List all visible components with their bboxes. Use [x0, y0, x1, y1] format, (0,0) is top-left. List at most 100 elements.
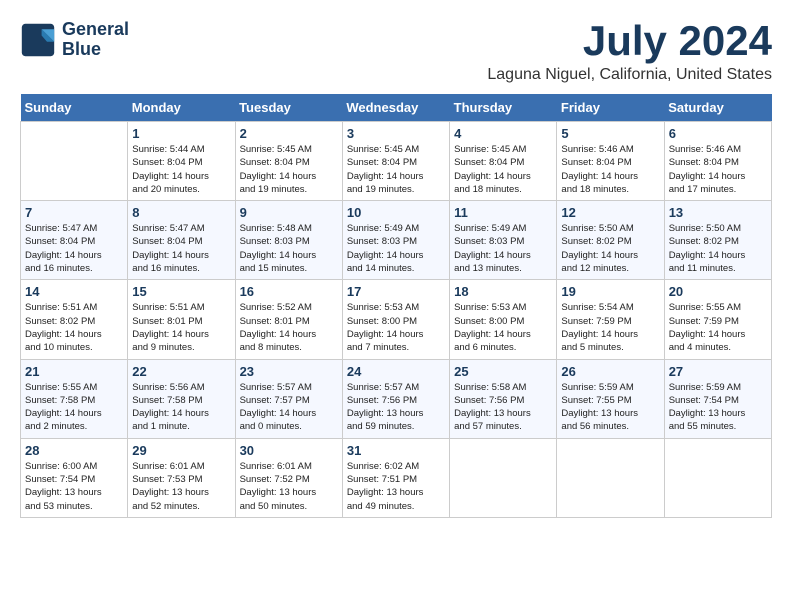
- day-detail: Sunrise: 5:55 AMSunset: 7:58 PMDaylight:…: [25, 381, 123, 434]
- calendar-day-cell: 5 Sunrise: 5:46 AMSunset: 8:04 PMDaylight…: [557, 122, 664, 201]
- day-number: 27: [669, 364, 767, 379]
- day-detail: Sunrise: 5:57 AMSunset: 7:56 PMDaylight:…: [347, 381, 445, 434]
- day-detail: Sunrise: 5:46 AMSunset: 8:04 PMDaylight:…: [669, 143, 767, 196]
- calendar-day-cell: 31Sunrise: 6:02 AMSunset: 7:51 PMDayligh…: [342, 438, 449, 517]
- calendar-day-cell: 10 Sunrise: 5:49 AMSunset: 8:03 PMDayligh…: [342, 201, 449, 280]
- day-number: 24: [347, 364, 445, 379]
- day-number: 11: [454, 205, 552, 220]
- day-detail: Sunrise: 5:44 AMSunset: 8:04 PMDaylight:…: [132, 143, 230, 196]
- weekday-header: Saturday: [664, 94, 771, 122]
- day-number: 5: [561, 126, 659, 141]
- day-number: 30: [240, 443, 338, 458]
- calendar-day-cell: 22 Sunrise: 5:56 AMSunset: 7:58 PMDayligh…: [128, 359, 235, 438]
- calendar-day-cell: 2 Sunrise: 5:45 AMSunset: 8:04 PMDaylight…: [235, 122, 342, 201]
- title-block: July 2024 Laguna Niguel, California, Uni…: [487, 20, 772, 84]
- day-detail: Sunrise: 5:47 AMSunset: 8:04 PMDaylight:…: [25, 222, 123, 275]
- day-number: 17: [347, 284, 445, 299]
- day-detail: Sunrise: 5:51 AMSunset: 8:01 PMDaylight:…: [132, 301, 230, 354]
- calendar-day-cell: 4Sunrise: 5:45 AMSunset: 8:04 PMDaylight…: [450, 122, 557, 201]
- calendar-week-row: 1 Sunrise: 5:44 AMSunset: 8:04 PMDaylight…: [21, 122, 772, 201]
- logo-line2: Blue: [62, 40, 129, 60]
- day-number: 21: [25, 364, 123, 379]
- calendar-table: SundayMondayTuesdayWednesdayThursdayFrid…: [20, 94, 772, 518]
- day-detail: Sunrise: 5:56 AMSunset: 7:58 PMDaylight:…: [132, 381, 230, 434]
- day-detail: Sunrise: 6:00 AMSunset: 7:54 PMDaylight:…: [25, 460, 123, 513]
- calendar-day-cell: 21 Sunrise: 5:55 AMSunset: 7:58 PMDayligh…: [21, 359, 128, 438]
- day-detail: Sunrise: 5:51 AMSunset: 8:02 PMDaylight:…: [25, 301, 123, 354]
- weekday-header: Sunday: [21, 94, 128, 122]
- day-number: 8: [132, 205, 230, 220]
- calendar-day-cell: [664, 438, 771, 517]
- calendar-day-cell: 18Sunrise: 5:53 AMSunset: 8:00 PMDayligh…: [450, 280, 557, 359]
- calendar-day-cell: [557, 438, 664, 517]
- day-detail: Sunrise: 5:53 AMSunset: 8:00 PMDaylight:…: [454, 301, 552, 354]
- calendar-day-cell: 23 Sunrise: 5:57 AMSunset: 7:57 PMDayligh…: [235, 359, 342, 438]
- calendar-week-row: 21 Sunrise: 5:55 AMSunset: 7:58 PMDayligh…: [21, 359, 772, 438]
- calendar-day-cell: 30Sunrise: 6:01 AMSunset: 7:52 PMDayligh…: [235, 438, 342, 517]
- day-detail: Sunrise: 5:46 AMSunset: 8:04 PMDaylight:…: [561, 143, 659, 196]
- day-detail: Sunrise: 5:58 AMSunset: 7:56 PMDaylight:…: [454, 381, 552, 434]
- calendar-day-cell: 25 Sunrise: 5:58 AMSunset: 7:56 PMDayligh…: [450, 359, 557, 438]
- calendar-day-cell: 15 Sunrise: 5:51 AMSunset: 8:01 PMDayligh…: [128, 280, 235, 359]
- day-number: 10: [347, 205, 445, 220]
- calendar-day-cell: 11 Sunrise: 5:49 AMSunset: 8:03 PMDayligh…: [450, 201, 557, 280]
- logo: General Blue: [20, 20, 129, 60]
- day-number: 26: [561, 364, 659, 379]
- day-number: 25: [454, 364, 552, 379]
- day-detail: Sunrise: 5:53 AMSunset: 8:00 PMDaylight:…: [347, 301, 445, 354]
- day-number: 29: [132, 443, 230, 458]
- calendar-week-row: 28 Sunrise: 6:00 AMSunset: 7:54 PMDayligh…: [21, 438, 772, 517]
- day-number: 16: [240, 284, 338, 299]
- calendar-day-cell: 7 Sunrise: 5:47 AMSunset: 8:04 PMDaylight…: [21, 201, 128, 280]
- day-number: 13: [669, 205, 767, 220]
- day-detail: Sunrise: 5:45 AMSunset: 8:04 PMDaylight:…: [347, 143, 445, 196]
- calendar-day-cell: 20 Sunrise: 5:55 AMSunset: 7:59 PMDayligh…: [664, 280, 771, 359]
- day-detail: Sunrise: 6:01 AMSunset: 7:53 PMDaylight:…: [132, 460, 230, 513]
- calendar-day-cell: 29 Sunrise: 6:01 AMSunset: 7:53 PMDayligh…: [128, 438, 235, 517]
- logo-icon: [20, 22, 56, 58]
- day-number: 20: [669, 284, 767, 299]
- day-detail: Sunrise: 5:55 AMSunset: 7:59 PMDaylight:…: [669, 301, 767, 354]
- day-number: 19: [561, 284, 659, 299]
- day-number: 7: [25, 205, 123, 220]
- day-number: 15: [132, 284, 230, 299]
- day-number: 2: [240, 126, 338, 141]
- location: Laguna Niguel, California, United States: [487, 66, 772, 84]
- day-detail: Sunrise: 5:57 AMSunset: 7:57 PMDaylight:…: [240, 381, 338, 434]
- day-number: 12: [561, 205, 659, 220]
- weekday-header: Friday: [557, 94, 664, 122]
- weekday-header: Tuesday: [235, 94, 342, 122]
- day-number: 23: [240, 364, 338, 379]
- month-title: July 2024: [487, 20, 772, 62]
- calendar-day-cell: 9Sunrise: 5:48 AMSunset: 8:03 PMDaylight…: [235, 201, 342, 280]
- day-number: 31: [347, 443, 445, 458]
- calendar-day-cell: 27Sunrise: 5:59 AMSunset: 7:54 PMDayligh…: [664, 359, 771, 438]
- day-number: 14: [25, 284, 123, 299]
- weekday-header: Thursday: [450, 94, 557, 122]
- day-detail: Sunrise: 5:47 AMSunset: 8:04 PMDaylight:…: [132, 222, 230, 275]
- calendar-day-cell: 26 Sunrise: 5:59 AMSunset: 7:55 PMDayligh…: [557, 359, 664, 438]
- calendar-day-cell: [21, 122, 128, 201]
- day-detail: Sunrise: 5:50 AMSunset: 8:02 PMDaylight:…: [561, 222, 659, 275]
- day-detail: Sunrise: 5:49 AMSunset: 8:03 PMDaylight:…: [454, 222, 552, 275]
- day-detail: Sunrise: 5:59 AMSunset: 7:55 PMDaylight:…: [561, 381, 659, 434]
- calendar-day-cell: 13 Sunrise: 5:50 AMSunset: 8:02 PMDayligh…: [664, 201, 771, 280]
- weekday-header: Wednesday: [342, 94, 449, 122]
- calendar-day-cell: 12 Sunrise: 5:50 AMSunset: 8:02 PMDayligh…: [557, 201, 664, 280]
- calendar-day-cell: 6Sunrise: 5:46 AMSunset: 8:04 PMDaylight…: [664, 122, 771, 201]
- day-number: 28: [25, 443, 123, 458]
- calendar-day-cell: [450, 438, 557, 517]
- day-number: 3: [347, 126, 445, 141]
- day-number: 22: [132, 364, 230, 379]
- day-detail: Sunrise: 5:45 AMSunset: 8:04 PMDaylight:…: [240, 143, 338, 196]
- calendar-day-cell: 19 Sunrise: 5:54 AMSunset: 7:59 PMDayligh…: [557, 280, 664, 359]
- calendar-day-cell: 14 Sunrise: 5:51 AMSunset: 8:02 PMDayligh…: [21, 280, 128, 359]
- weekday-header-row: SundayMondayTuesdayWednesdayThursdayFrid…: [21, 94, 772, 122]
- day-detail: Sunrise: 5:54 AMSunset: 7:59 PMDaylight:…: [561, 301, 659, 354]
- calendar-day-cell: 17 Sunrise: 5:53 AMSunset: 8:00 PMDayligh…: [342, 280, 449, 359]
- day-number: 4: [454, 126, 552, 141]
- day-number: 1: [132, 126, 230, 141]
- day-detail: Sunrise: 5:49 AMSunset: 8:03 PMDaylight:…: [347, 222, 445, 275]
- calendar-day-cell: 3 Sunrise: 5:45 AMSunset: 8:04 PMDaylight…: [342, 122, 449, 201]
- day-detail: Sunrise: 5:50 AMSunset: 8:02 PMDaylight:…: [669, 222, 767, 275]
